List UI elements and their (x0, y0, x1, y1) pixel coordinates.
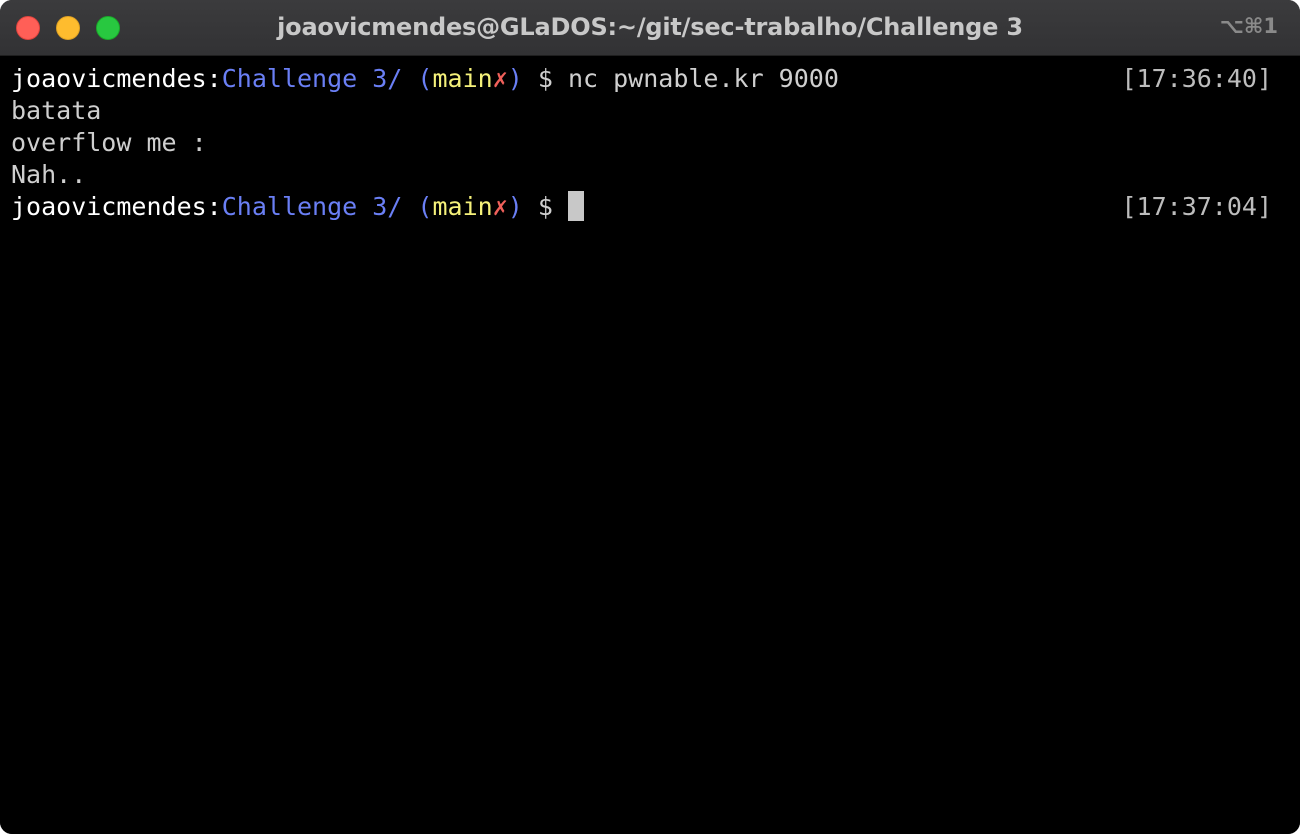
prompt-paren-open: ( (402, 192, 433, 221)
prompt-line: joaovicmendes:Challenge 3/ (main✗) $ [17… (11, 191, 1272, 223)
git-dirty-icon: ✗ (492, 192, 508, 221)
output-line: batata (11, 96, 102, 125)
output-line: overflow me : (11, 128, 207, 157)
git-branch: main (432, 64, 493, 93)
prompt-timestamp: [17:36:40] (1121, 64, 1272, 93)
prompt-paren-close: ) (507, 64, 523, 93)
command-text: nc pwnable.kr 9000 (567, 64, 839, 93)
prompt-dollar: $ (522, 192, 568, 221)
prompt-path: Challenge 3/ (221, 192, 403, 221)
tab-shortcut: ⌥⌘1 (1219, 14, 1278, 38)
prompt-user: joaovicmendes (11, 64, 207, 93)
prompt-colon: : (206, 192, 222, 221)
output-line: Nah.. (11, 160, 87, 189)
prompt-dollar: $ (522, 64, 568, 93)
window-title: joaovicmendes@GLaDOS:~/git/sec-trabalho/… (277, 13, 1023, 41)
prompt-path: Challenge 3/ (221, 64, 403, 93)
prompt-colon: : (206, 64, 222, 93)
prompt-paren-close: ) (507, 192, 523, 221)
prompt-user: joaovicmendes (11, 192, 207, 221)
git-branch: main (432, 192, 493, 221)
text-cursor[interactable] (567, 191, 584, 221)
prompt-timestamp: [17:37:04] (1121, 192, 1272, 221)
git-dirty-icon: ✗ (492, 64, 508, 93)
title-bar[interactable]: joaovicmendes@GLaDOS:~/git/sec-trabalho/… (0, 0, 1300, 56)
terminal-content[interactable]: joaovicmendes:Challenge 3/ (main✗) $ nc … (0, 56, 1300, 834)
prompt-line: joaovicmendes:Challenge 3/ (main✗) $ nc … (11, 63, 1272, 95)
prompt-paren-open: ( (402, 64, 433, 93)
terminal-window: joaovicmendes@GLaDOS:~/git/sec-trabalho/… (0, 0, 1300, 834)
